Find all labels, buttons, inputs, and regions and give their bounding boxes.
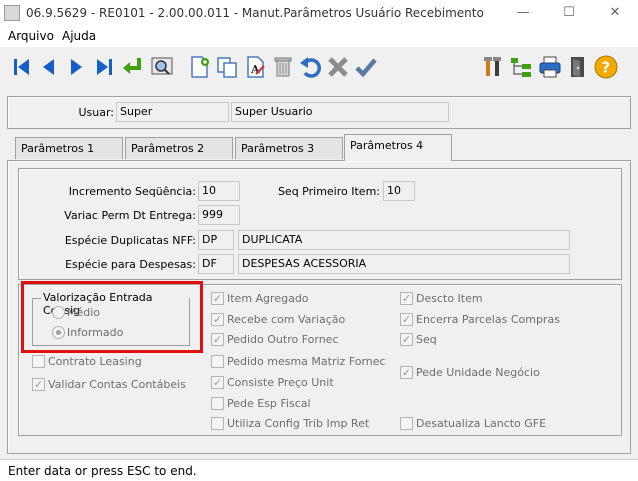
- menu-arquivo[interactable]: Arquivo: [8, 29, 54, 43]
- window-title: 06.9.5629 - RE0101 - 2.00.00.011 - Manut…: [26, 6, 484, 20]
- pede-esp-fiscal-label: Pede Esp Fiscal: [227, 397, 311, 410]
- variac-field[interactable]: 999: [198, 205, 240, 225]
- item-agregado-label: Item Agregado: [227, 292, 309, 305]
- status-bar: Enter data or press ESC to end.: [0, 459, 638, 481]
- highlight-box: [21, 281, 203, 353]
- recebe-variacao-label: Recebe com Variação: [227, 313, 346, 326]
- print-icon[interactable]: [537, 54, 563, 80]
- tab-parametros-2[interactable]: Parâmetros 2: [125, 137, 233, 159]
- checkbox-utiliza-config-trib[interactable]: [211, 417, 224, 430]
- edit-icon[interactable]: A: [242, 54, 268, 80]
- menu-bar: Arquivo Ajuda: [0, 26, 638, 46]
- prev-icon[interactable]: [36, 54, 62, 80]
- validar-contas-label: Validar Contas Contábeis: [48, 378, 186, 391]
- checkbox-pede-unidade-negocio[interactable]: ✓: [400, 366, 413, 379]
- checkbox-desatualiza-lancto[interactable]: [400, 417, 413, 430]
- delete-icon[interactable]: [270, 54, 296, 80]
- first-icon[interactable]: [9, 54, 35, 80]
- tab-parametros-3[interactable]: Parâmetros 3: [235, 137, 343, 159]
- contrato-leasing-label: Contrato Leasing: [48, 355, 142, 368]
- desatualiza-lancto-label: Desatualiza Lancto GFE: [416, 417, 547, 430]
- seq-primeiro-field[interactable]: 10: [383, 181, 415, 201]
- variac-label: Variac Perm Dt Entrega:: [64, 209, 196, 222]
- encerra-parcelas-label: Encerra Parcelas Compras: [416, 313, 560, 326]
- checkbox-contrato-leasing[interactable]: [32, 355, 45, 368]
- tab-parametros-1[interactable]: Parâmetros 1: [15, 137, 123, 159]
- undo-icon[interactable]: [297, 54, 323, 80]
- maximize-button[interactable]: ☐: [546, 0, 592, 26]
- pede-unidade-negocio-label: Pede Unidade Negócio: [416, 366, 540, 379]
- copy-icon[interactable]: [214, 54, 240, 80]
- checkbox-seq[interactable]: ✓: [400, 333, 413, 346]
- especie-desp-code-field[interactable]: DF: [198, 254, 234, 274]
- checkbox-pedido-mesma-matriz[interactable]: [211, 355, 224, 368]
- incremento-label: Incremento Seqüência:: [68, 185, 196, 198]
- tab-parametros-4[interactable]: Parâmetros 4: [344, 134, 452, 161]
- last-icon[interactable]: [91, 54, 117, 80]
- user-name-field: Super Usuario: [231, 102, 449, 122]
- goto-icon[interactable]: [120, 54, 146, 80]
- search-icon[interactable]: [149, 54, 175, 80]
- svg-text:?: ?: [602, 59, 611, 77]
- user-label: Usuar:: [78, 106, 114, 119]
- checkbox-pede-esp-fiscal[interactable]: [211, 397, 224, 410]
- checkbox-pedido-outro-fornec[interactable]: ✓: [211, 333, 224, 346]
- tools-icon[interactable]: [480, 54, 506, 80]
- especie-desp-label: Espécie para Despesas:: [65, 258, 196, 271]
- checkbox-item-agregado[interactable]: ✓: [211, 292, 224, 305]
- especie-desp-desc-field: DESPESAS ACESSORIA: [238, 254, 570, 274]
- title-bar: 06.9.5629 - RE0101 - 2.00.00.011 - Manut…: [0, 0, 638, 26]
- tree-icon[interactable]: [508, 54, 534, 80]
- seq-label: Seq: [416, 333, 437, 346]
- especie-dup-code-field[interactable]: DP: [198, 230, 234, 250]
- checkbox-recebe-variacao[interactable]: ✓: [211, 313, 224, 326]
- close-button[interactable]: ✕: [592, 0, 638, 26]
- app-icon: [4, 5, 20, 21]
- cancel-icon[interactable]: [325, 54, 351, 80]
- help-icon[interactable]: ?: [593, 54, 619, 80]
- utiliza-config-trib-label: Utiliza Config Trib Imp Ret: [227, 417, 370, 430]
- especie-dup-desc-field: DUPLICATA: [238, 230, 570, 250]
- user-code-field[interactable]: Super: [116, 102, 229, 122]
- descto-item-label: Descto Item: [416, 292, 483, 305]
- consiste-preco-label: Consiste Preço Unit: [227, 376, 334, 389]
- next-icon[interactable]: [63, 54, 89, 80]
- incremento-field[interactable]: 10: [198, 181, 240, 201]
- checkbox-consiste-preco[interactable]: ✓: [211, 376, 224, 389]
- especie-dup-label: Espécie Duplicatas NFF:: [64, 234, 196, 247]
- menu-ajuda[interactable]: Ajuda: [62, 29, 96, 43]
- pedido-outro-fornec-label: Pedido Outro Fornec: [227, 333, 339, 346]
- svg-text:A: A: [250, 63, 260, 76]
- checkbox-encerra-parcelas[interactable]: ✓: [400, 313, 413, 326]
- new-icon[interactable]: [186, 54, 212, 80]
- toolbar: A ?: [0, 46, 638, 88]
- checkbox-descto-item[interactable]: ✓: [400, 292, 413, 305]
- minimize-button[interactable]: —: [500, 0, 546, 26]
- save-icon[interactable]: [353, 54, 379, 80]
- exit-icon[interactable]: [565, 54, 591, 80]
- status-text: Enter data or press ESC to end.: [8, 464, 197, 478]
- pedido-mesma-matriz-label: Pedido mesma Matriz Fornec: [227, 355, 386, 368]
- checkbox-validar-contas[interactable]: ✓: [32, 378, 45, 391]
- seq-primeiro-label: Seq Primeiro Item:: [277, 185, 380, 198]
